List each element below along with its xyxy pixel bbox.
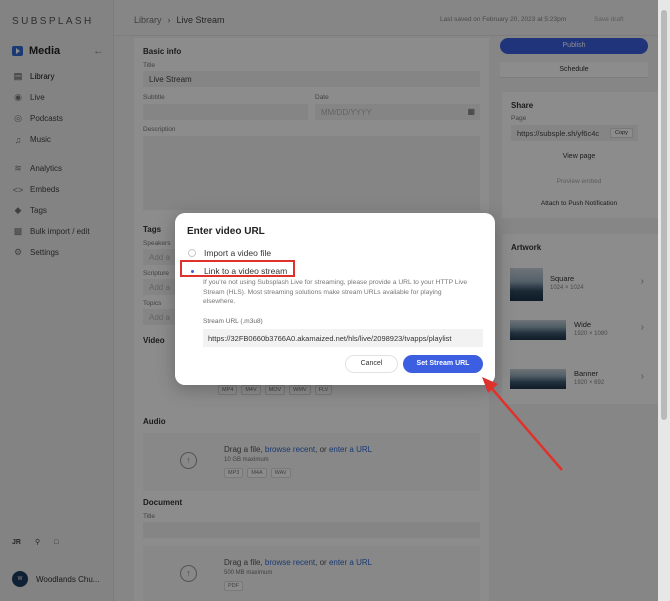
annotation-arrow (482, 377, 563, 471)
arrow-shaft (487, 383, 563, 471)
arrow-head (482, 377, 498, 393)
